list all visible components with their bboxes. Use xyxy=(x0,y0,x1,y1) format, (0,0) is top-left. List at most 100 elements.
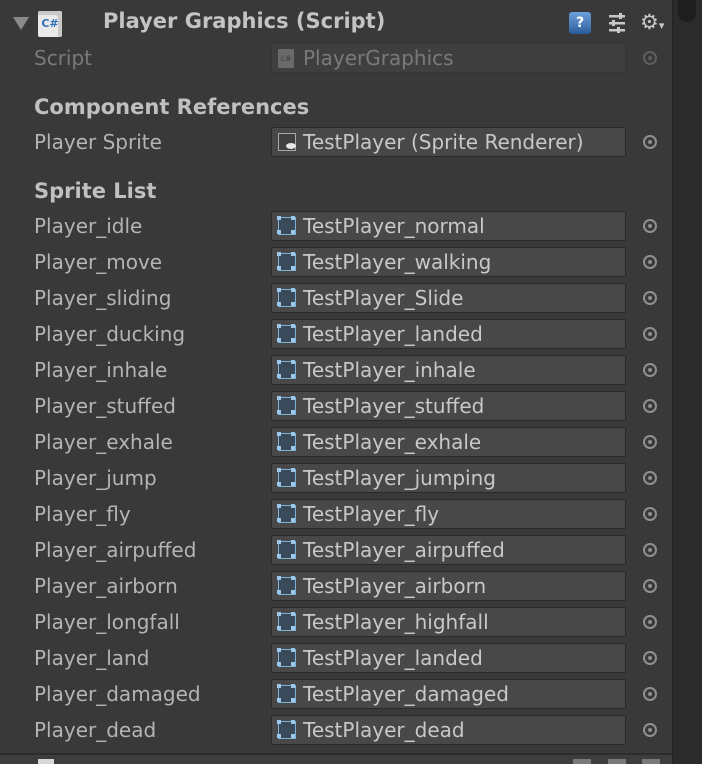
object-picker-icon[interactable] xyxy=(643,435,657,449)
sprite-field[interactable]: TestPlayer_Slide xyxy=(271,283,626,313)
object-picker-icon[interactable] xyxy=(643,291,657,305)
sprite-row: Player_sliding TestPlayer_Slide xyxy=(0,280,672,316)
scrollbar-thumb[interactable] xyxy=(678,0,696,22)
object-picker-icon[interactable] xyxy=(643,219,657,233)
sprite-icon xyxy=(277,288,296,307)
sprite-field[interactable]: TestPlayer_inhale xyxy=(271,355,626,385)
script-field: c# PlayerGraphics xyxy=(271,43,626,73)
sprite-field-value: TestPlayer_highfall xyxy=(303,610,489,634)
sprite-row: Player_damaged TestPlayer_damaged xyxy=(0,676,672,712)
object-picker-icon[interactable] xyxy=(643,579,657,593)
sprite-row: Player_longfall TestPlayer_highfall xyxy=(0,604,672,640)
player-sprite-field[interactable]: TestPlayer (Sprite Renderer) xyxy=(271,127,626,157)
sprite-label: Player_move xyxy=(34,250,163,274)
presets-icon[interactable] xyxy=(606,12,628,34)
sprite-field[interactable]: TestPlayer_landed xyxy=(271,643,626,673)
sprite-field-value: TestPlayer_damaged xyxy=(303,682,510,706)
sprite-field[interactable]: TestPlayer_fly xyxy=(271,499,626,529)
sprite-label: Player_land xyxy=(34,646,150,670)
object-picker-icon[interactable] xyxy=(643,543,657,557)
sprite-icon xyxy=(277,252,296,271)
object-picker-icon[interactable] xyxy=(643,507,657,521)
sprite-row: Player_ducking TestPlayer_landed xyxy=(0,316,672,352)
settings-gear-icon[interactable]: ⚙▾ xyxy=(640,10,668,34)
sprite-icon xyxy=(277,396,296,415)
next-gear-icon[interactable] xyxy=(642,759,660,764)
sprite-field-value: TestPlayer_normal xyxy=(303,214,485,238)
next-component-icon xyxy=(38,759,54,764)
sprite-icon xyxy=(277,612,296,631)
next-help-icon[interactable] xyxy=(573,759,591,764)
sprite-row: Player_fly TestPlayer_fly xyxy=(0,496,672,532)
sprite-field[interactable]: TestPlayer_airpuffed xyxy=(271,535,626,565)
sprite-icon xyxy=(277,684,296,703)
sprite-row: Player_idle TestPlayer_normal xyxy=(0,208,672,244)
sprite-field[interactable]: TestPlayer_stuffed xyxy=(271,391,626,421)
scrollbar[interactable] xyxy=(672,0,702,764)
sprite-icon xyxy=(277,216,296,235)
sprite-field[interactable]: TestPlayer_landed xyxy=(271,319,626,349)
sprite-field-value: TestPlayer_jumping xyxy=(303,466,496,490)
sprite-label: Player_idle xyxy=(34,214,143,238)
sprite-label: Player_longfall xyxy=(34,610,180,634)
object-picker-icon xyxy=(643,51,657,65)
next-component-header xyxy=(0,755,672,764)
section-sprite-list: Sprite List xyxy=(34,179,157,203)
sprite-row: Player_dead TestPlayer_dead xyxy=(0,712,672,748)
player-sprite-label: Player Sprite xyxy=(34,130,162,154)
sprite-field-value: TestPlayer_fly xyxy=(303,502,440,526)
sprite-field-value: TestPlayer_landed xyxy=(303,646,483,670)
sprite-field[interactable]: TestPlayer_damaged xyxy=(271,679,626,709)
component-title: Player Graphics (Script) xyxy=(103,9,386,33)
sprite-row: Player_inhale TestPlayer_inhale xyxy=(0,352,672,388)
sprite-field-value: TestPlayer_stuffed xyxy=(303,394,485,418)
sprite-label: Player_fly xyxy=(34,502,131,526)
sprite-field[interactable]: TestPlayer_airborn xyxy=(271,571,626,601)
sprite-icon xyxy=(277,720,296,739)
script-asset-icon: c# xyxy=(278,49,294,68)
sprite-field[interactable]: TestPlayer_exhale xyxy=(271,427,626,457)
sprite-label: Player_ducking xyxy=(34,322,186,346)
sprite-icon xyxy=(277,360,296,379)
inspector-panel: C# Player Graphics (Script) ? ⚙▾ Script … xyxy=(0,0,672,764)
object-picker-icon[interactable] xyxy=(643,651,657,665)
sprite-field-value: TestPlayer_exhale xyxy=(303,430,482,454)
sprite-row: Player_land TestPlayer_landed xyxy=(0,640,672,676)
section-component-references: Component References xyxy=(34,95,310,119)
sprite-row: Player_jump TestPlayer_jumping xyxy=(0,460,672,496)
sprite-icon xyxy=(277,324,296,343)
sprite-field-value: TestPlayer_walking xyxy=(303,250,492,274)
next-presets-icon[interactable] xyxy=(608,759,626,764)
sprite-field-value: TestPlayer_landed xyxy=(303,322,483,346)
object-picker-icon[interactable] xyxy=(643,363,657,377)
script-label: Script xyxy=(34,46,93,70)
sprite-icon xyxy=(277,648,296,667)
object-picker-icon[interactable] xyxy=(643,723,657,737)
sprite-row: Player_airborn TestPlayer_airborn xyxy=(0,568,672,604)
sprite-field[interactable]: TestPlayer_jumping xyxy=(271,463,626,493)
object-picker-icon[interactable] xyxy=(643,687,657,701)
sprite-label: Player_exhale xyxy=(34,430,173,454)
object-picker-icon[interactable] xyxy=(643,615,657,629)
sprite-row: Player_exhale TestPlayer_exhale xyxy=(0,424,672,460)
sprite-icon xyxy=(277,432,296,451)
sprite-label: Player_inhale xyxy=(34,358,168,382)
sprite-icon xyxy=(277,540,296,559)
sprite-field[interactable]: TestPlayer_walking xyxy=(271,247,626,277)
object-picker-icon[interactable] xyxy=(643,135,657,149)
sprite-field[interactable]: TestPlayer_highfall xyxy=(271,607,626,637)
object-picker-icon[interactable] xyxy=(643,399,657,413)
help-icon[interactable]: ? xyxy=(569,12,591,34)
sprite-icon xyxy=(277,468,296,487)
object-picker-icon[interactable] xyxy=(643,327,657,341)
sprite-field[interactable]: TestPlayer_normal xyxy=(271,211,626,241)
object-picker-icon[interactable] xyxy=(643,471,657,485)
script-field-value: PlayerGraphics xyxy=(303,46,454,70)
foldout-arrow-icon[interactable] xyxy=(13,17,29,30)
sprite-row: Player_airpuffed TestPlayer_airpuffed xyxy=(0,532,672,568)
sprite-icon xyxy=(277,504,296,523)
sprite-field[interactable]: TestPlayer_dead xyxy=(271,715,626,745)
sprite-label: Player_stuffed xyxy=(34,394,176,418)
sprite-label: Player_airpuffed xyxy=(34,538,197,562)
object-picker-icon[interactable] xyxy=(643,255,657,269)
